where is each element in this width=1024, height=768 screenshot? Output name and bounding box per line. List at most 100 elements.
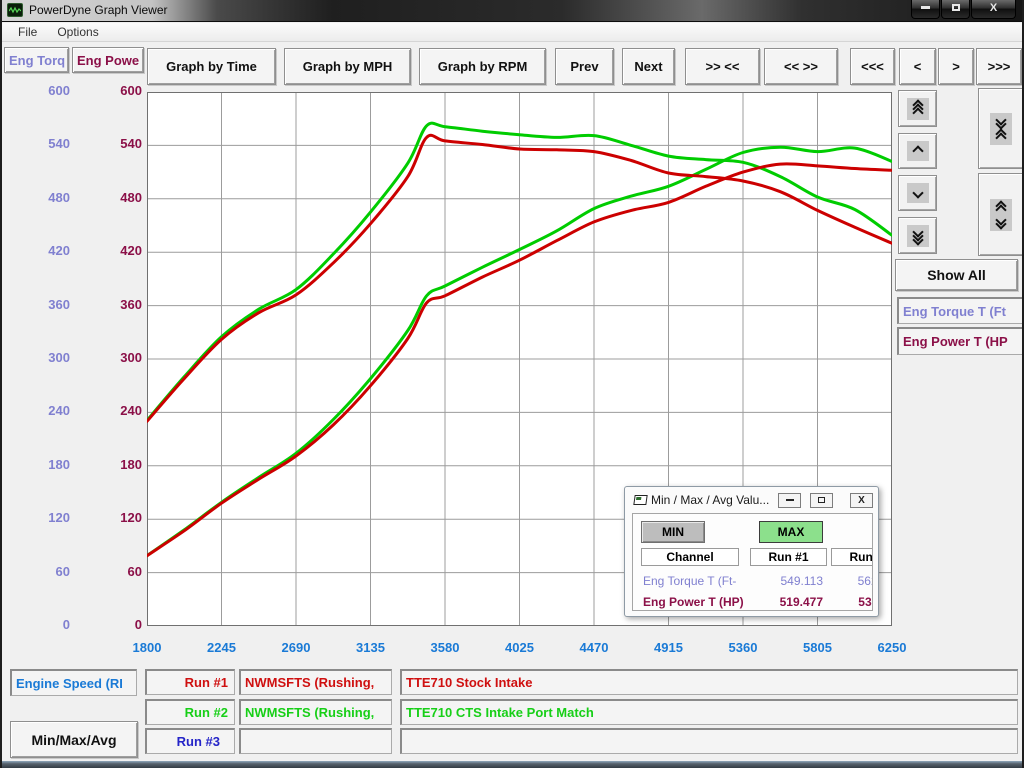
power-channel-name: Eng Power T (HP) <box>643 595 744 609</box>
minmax-window[interactable]: Min / Max / Avg Valu... X MIN MAX Channe… <box>624 486 879 617</box>
minmax-window-icon <box>633 495 647 505</box>
graph-by-mph-button[interactable]: Graph by MPH <box>284 48 411 85</box>
oscilloscope-icon <box>7 3 23 17</box>
show-all-button[interactable]: Show All <box>895 259 1018 291</box>
run2-name-box[interactable]: NWMSFTS (Rushing, <box>239 699 392 725</box>
minimize-icon <box>786 499 794 501</box>
y-tick-torque-540: 540 <box>10 136 70 151</box>
y-tick-torque-60: 60 <box>10 564 70 579</box>
x-axis-channel-box[interactable]: Engine Speed (RI <box>10 669 137 696</box>
y-tick-torque-360: 360 <box>10 297 70 312</box>
min-toggle-button[interactable]: MIN <box>641 521 705 543</box>
x-tick-2245: 2245 <box>192 640 252 655</box>
close-icon: X <box>990 2 997 14</box>
y-tick-torque-480: 480 <box>10 190 70 205</box>
up-chevron-icon <box>907 141 929 161</box>
triple-up-chevron-icon <box>907 98 929 120</box>
column-header-channel: Channel <box>641 548 739 566</box>
window-bottom-frame <box>2 761 1022 768</box>
run1-name-box[interactable]: NWMSFTS (Rushing, <box>239 669 392 695</box>
y-tick-power-180: 180 <box>82 457 142 472</box>
y-tick-torque-240: 240 <box>10 403 70 418</box>
y-scale-down-fast-button[interactable] <box>898 217 937 254</box>
run3-label-box: Run #3 <box>145 728 235 754</box>
torque-run2-max: 562.362 <box>833 574 873 588</box>
y-tick-power-60: 60 <box>82 564 142 579</box>
x-tick-4470: 4470 <box>564 640 624 655</box>
zoom-out-button[interactable]: << >> <box>764 48 838 85</box>
restore-icon <box>952 4 960 11</box>
y-tick-torque-600: 600 <box>10 83 70 98</box>
power-axis-button[interactable]: Eng Powe <box>72 47 144 73</box>
scroll-right-button[interactable]: > <box>938 48 974 85</box>
power-run1-max: 519.477 <box>758 595 823 609</box>
torque-channel-box[interactable]: Eng Torque T (Ft <box>897 297 1023 324</box>
y-tick-torque-0: 0 <box>10 617 70 632</box>
y-tick-power-120: 120 <box>82 510 142 525</box>
y-scale-up-fast-button[interactable] <box>898 90 937 127</box>
minmax-minimize-button[interactable] <box>778 493 801 508</box>
y-tick-torque-180: 180 <box>10 457 70 472</box>
minmax-close-button[interactable]: X <box>850 493 873 508</box>
double-up-double-down-chevron-icon <box>990 199 1012 231</box>
run1-label-box: Run #1 <box>145 669 235 695</box>
scroll-left-button[interactable]: < <box>899 48 936 85</box>
column-header-run2: Run #2 <box>831 548 873 566</box>
minmax-restore-button[interactable] <box>810 493 833 508</box>
y-tick-power-420: 420 <box>82 243 142 258</box>
torque-channel-name: Eng Torque T (Ft- <box>643 574 736 588</box>
down-chevron-icon <box>907 183 929 203</box>
minimize-button[interactable] <box>911 0 940 19</box>
run3-name-box[interactable] <box>239 728 392 754</box>
torque-axis-button[interactable]: Eng Torq <box>4 47 69 73</box>
run2-desc-box[interactable]: TTE710 CTS Intake Port Match <box>400 699 1018 725</box>
restore-button[interactable] <box>941 0 970 19</box>
scroll-far-right-button[interactable]: >>> <box>976 48 1022 85</box>
x-tick-2690: 2690 <box>266 640 326 655</box>
power-run2-max: 539.311 <box>833 595 873 609</box>
graph-by-time-button[interactable]: Graph by Time <box>147 48 276 85</box>
triple-down-chevron-icon <box>907 225 929 247</box>
x-tick-1800: 1800 <box>117 640 177 655</box>
column-header-run1: Run #1 <box>750 548 827 566</box>
x-tick-6250: 6250 <box>862 640 922 655</box>
y-compress-button[interactable] <box>978 88 1024 169</box>
zoom-in-button[interactable]: >> << <box>685 48 760 85</box>
run3-desc-box[interactable] <box>400 728 1018 754</box>
max-toggle-button[interactable]: MAX <box>759 521 823 543</box>
minimize-icon <box>921 6 930 9</box>
powerdyne-window: PowerDyne Graph Viewer X File Options En… <box>0 0 1024 768</box>
next-button[interactable]: Next <box>622 48 675 85</box>
y-tick-torque-120: 120 <box>10 510 70 525</box>
menu-options[interactable]: Options <box>49 23 106 41</box>
y-expand-button[interactable] <box>978 173 1024 256</box>
x-tick-4025: 4025 <box>490 640 550 655</box>
y-scale-down-button[interactable] <box>898 175 937 211</box>
close-button[interactable]: X <box>971 0 1016 19</box>
run1-desc-box[interactable]: TTE710 Stock Intake <box>400 669 1018 695</box>
menu-file[interactable]: File <box>10 23 45 41</box>
window-title: PowerDyne Graph Viewer <box>29 3 168 17</box>
y-tick-power-0: 0 <box>82 617 142 632</box>
minmax-window-title: Min / Max / Avg Valu... <box>651 493 769 507</box>
y-tick-power-540: 540 <box>82 136 142 151</box>
power-channel-box[interactable]: Eng Power T (HP <box>897 327 1023 355</box>
y-tick-power-300: 300 <box>82 350 142 365</box>
minmax-panel: MIN MAX Channel Run #1 Run #2 Eng Torque… <box>632 513 873 611</box>
x-tick-3135: 3135 <box>341 640 401 655</box>
x-tick-5805: 5805 <box>788 640 848 655</box>
restore-icon <box>818 497 825 503</box>
y-scale-up-button[interactable] <box>898 133 937 169</box>
torque-run1-max: 549.113 <box>758 574 823 588</box>
x-tick-4915: 4915 <box>639 640 699 655</box>
prev-button[interactable]: Prev <box>555 48 614 85</box>
graph-by-rpm-button[interactable]: Graph by RPM <box>419 48 546 85</box>
x-tick-5360: 5360 <box>713 640 773 655</box>
y-tick-torque-300: 300 <box>10 350 70 365</box>
titlebar[interactable]: PowerDyne Graph Viewer X <box>2 0 1022 22</box>
minmaxavg-button[interactable]: Min/Max/Avg <box>10 721 138 758</box>
y-tick-power-360: 360 <box>82 297 142 312</box>
y-tick-power-240: 240 <box>82 403 142 418</box>
scroll-far-left-button[interactable]: <<< <box>850 48 895 85</box>
y-tick-torque-420: 420 <box>10 243 70 258</box>
